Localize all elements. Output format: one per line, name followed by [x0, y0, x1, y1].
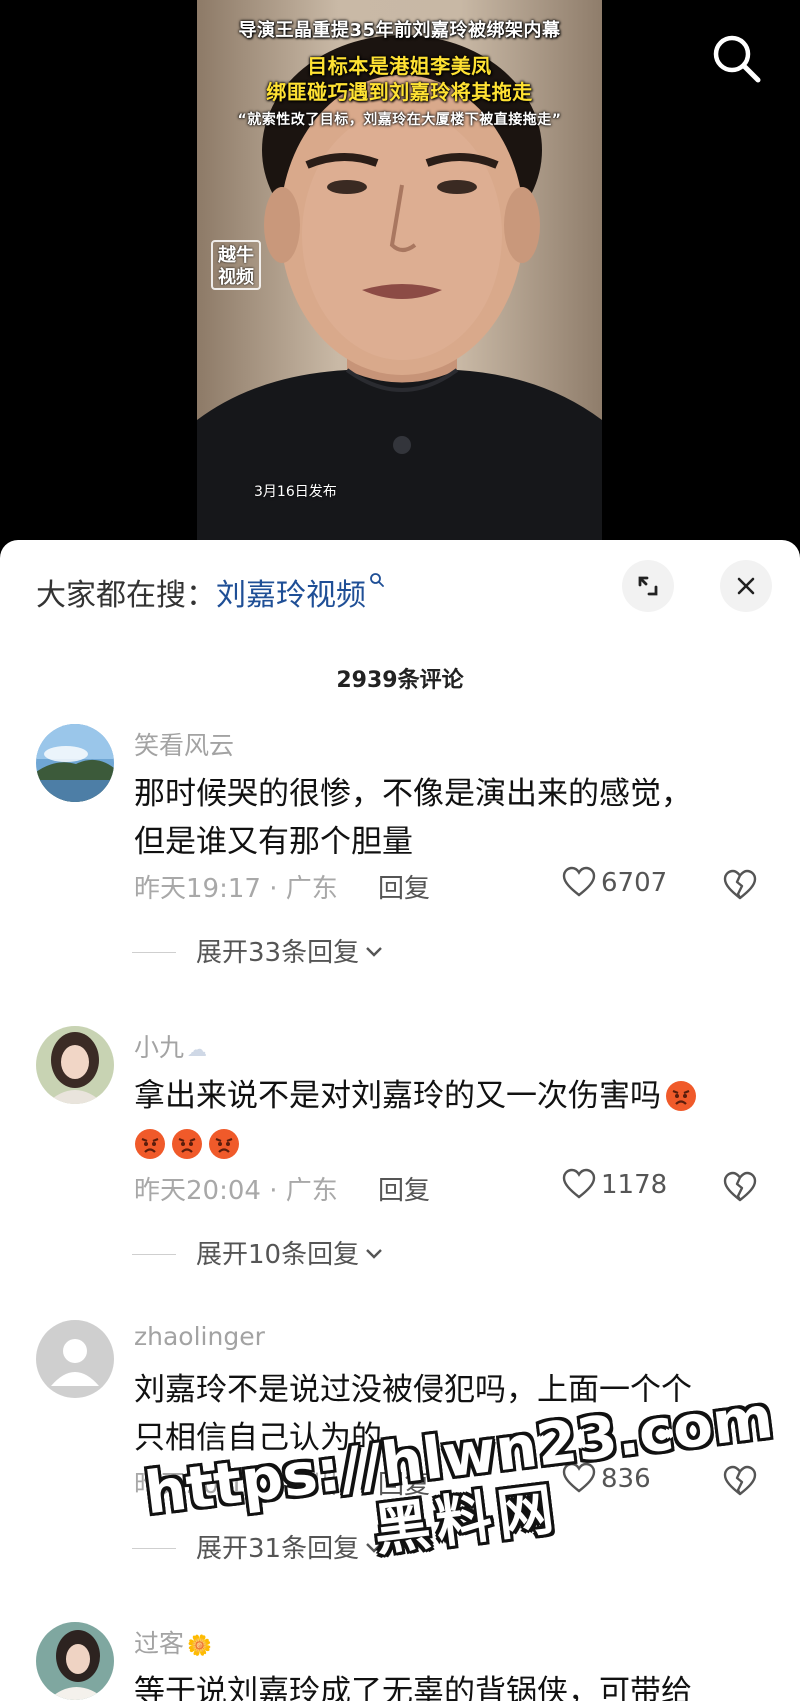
chevron-down-icon [366, 947, 382, 957]
like-count: 1178 [601, 1170, 668, 1200]
avatar[interactable] [36, 1026, 114, 1104]
angry-face-icon [135, 1129, 165, 1159]
channel-watermark: 越牛 视频 [211, 240, 261, 290]
like-button[interactable]: 836 [562, 1462, 651, 1494]
default-avatar[interactable] [36, 1320, 114, 1398]
like-button[interactable]: 6707 [562, 866, 667, 898]
broken-heart-icon[interactable] [722, 1464, 758, 1498]
comment-text-line: 等于说刘嘉玲成了无辜的背锅侠，可带给 [134, 1674, 692, 1701]
cloud-icon: ☁ [187, 1037, 208, 1061]
comment-time-location: 昨天20:04 · 广东 [134, 1176, 338, 1206]
comment-text: 那时候哭的很惨，不像是演出来的感觉， 但是谁又有那个胆量 [134, 770, 754, 866]
like-button[interactable]: 1178 [562, 1168, 667, 1200]
comment-time-location: 昨天19:17 · 广东 [134, 874, 338, 904]
comment-count: 2939条评论 [336, 668, 464, 693]
chevron-down-icon [366, 1543, 382, 1553]
expand-replies-label: 展开33条回复 [196, 938, 360, 968]
comment-text-line: 拿出来说不是对刘嘉玲的又一次伤害吗 [134, 1072, 754, 1120]
video-caption-subtitle-2: 绑匪碰巧遇到刘嘉玲将其拖走 [266, 80, 533, 104]
comment-username[interactable]: 笑看风云 [134, 726, 234, 762]
chevron-down-icon [366, 1249, 382, 1259]
heart-icon [562, 866, 596, 897]
expand-icon [638, 576, 658, 596]
search-icon [713, 35, 761, 83]
comment-username[interactable]: zhaolinger [134, 1322, 265, 1351]
trending-search[interactable]: 大家都在搜：刘嘉玲视频 [36, 570, 385, 614]
close-icon [737, 577, 755, 595]
emoji-row [134, 1120, 754, 1168]
reply-button[interactable]: 回复 [378, 868, 430, 905]
close-panel-button[interactable] [720, 560, 772, 612]
angry-face-icon [666, 1081, 696, 1111]
comment-text: 拿出来说不是对刘嘉玲的又一次伤害吗 [134, 1072, 754, 1168]
username-text: 过客 [134, 1629, 185, 1658]
search-button[interactable] [708, 30, 764, 86]
like-count: 836 [601, 1464, 651, 1494]
angry-face-icon [209, 1129, 239, 1159]
comment-text-line: 那时候哭的很惨，不像是演出来的感觉， [134, 776, 692, 812]
comment-time-location: 昨天20:13 · 四川 [134, 1470, 338, 1500]
comment-item: zhaolinger 刘嘉玲不是说过没被侵犯吗，上面一个个 只相信自己认为的。 … [0, 1320, 800, 1580]
expand-replies-label: 展开31条回复 [196, 1534, 360, 1564]
heart-icon [562, 1462, 596, 1493]
expand-replies-button[interactable]: 展开33条回复 [132, 932, 383, 969]
expand-replies-label: 展开10条回复 [196, 1240, 360, 1270]
video-player[interactable]: 导演王晶重提35年前刘嘉玲被绑架内幕 目标本是港姐李美凤 绑匪碰巧遇到刘嘉玲将其… [0, 0, 800, 545]
publish-date: 3月16日发布 [254, 484, 337, 500]
broken-heart-icon[interactable] [722, 1170, 758, 1204]
comment-text-line: 刘嘉玲不是说过没被侵犯吗，上面一个个 [134, 1372, 692, 1408]
video-caption-quote: “就索性改了目标，刘嘉玲在大厦楼下被直接拖走” [237, 112, 562, 128]
avatar[interactable] [36, 1622, 114, 1700]
trending-search-label: 大家都在搜： [36, 578, 216, 613]
flower-icon: 🌼 [187, 1633, 212, 1657]
divider [132, 952, 176, 953]
reply-button[interactable]: 回复 [378, 1464, 430, 1501]
comment-item: 过客 🌼 等于说刘嘉玲成了无辜的背锅侠，可带给 [0, 1622, 800, 1701]
expand-replies-button[interactable]: 展开31条回复 [132, 1528, 383, 1565]
broken-heart-icon[interactable] [722, 868, 758, 902]
expand-replies-button[interactable]: 展开10条回复 [132, 1234, 383, 1271]
comment-username[interactable]: 过客 🌼 [134, 1624, 212, 1660]
divider [132, 1548, 176, 1549]
user-icon [36, 1320, 114, 1398]
avatar[interactable] [36, 724, 114, 802]
comment-item: 笑看风云 那时候哭的很惨，不像是演出来的感觉， 但是谁又有那个胆量 昨天19:1… [0, 724, 800, 968]
comment-item: 小九 ☁ 拿出来说不是对刘嘉玲的又一次伤害吗 昨天20:04 · 广东 回复 11… [0, 1026, 800, 1270]
comments-panel: 大家都在搜：刘嘉玲视频 2939条评论 笑看风云 那时候哭的很惨，不像是演出来的… [0, 540, 800, 1701]
like-count: 6707 [601, 868, 668, 898]
username-text: 小九 [134, 1033, 185, 1062]
expand-panel-button[interactable] [622, 560, 674, 612]
comment-text-line: 但是谁又有那个胆量 [134, 824, 413, 860]
comment-text: 等于说刘嘉玲成了无辜的背锅侠，可带给 [134, 1668, 754, 1701]
divider [132, 1254, 176, 1255]
search-keyword-icon [370, 573, 384, 587]
comment-text-content: 拿出来说不是对刘嘉玲的又一次伤害吗 [134, 1078, 661, 1114]
heart-icon [562, 1168, 596, 1199]
comment-username[interactable]: 小九 ☁ [134, 1028, 207, 1064]
comment-text-line: 只相信自己认为的。 [134, 1420, 413, 1456]
angry-face-icon [172, 1129, 202, 1159]
trending-search-keyword[interactable]: 刘嘉玲视频 [216, 578, 366, 613]
video-caption-subtitle: 目标本是港姐李美凤 [307, 54, 492, 78]
video-frame[interactable]: 导演王晶重提35年前刘嘉玲被绑架内幕 目标本是港姐李美凤 绑匪碰巧遇到刘嘉玲将其… [197, 0, 602, 540]
comment-text: 刘嘉玲不是说过没被侵犯吗，上面一个个 只相信自己认为的。 [134, 1366, 754, 1462]
reply-button[interactable]: 回复 [378, 1170, 430, 1207]
video-caption-title: 导演王晶重提35年前刘嘉玲被绑架内幕 [238, 20, 561, 41]
